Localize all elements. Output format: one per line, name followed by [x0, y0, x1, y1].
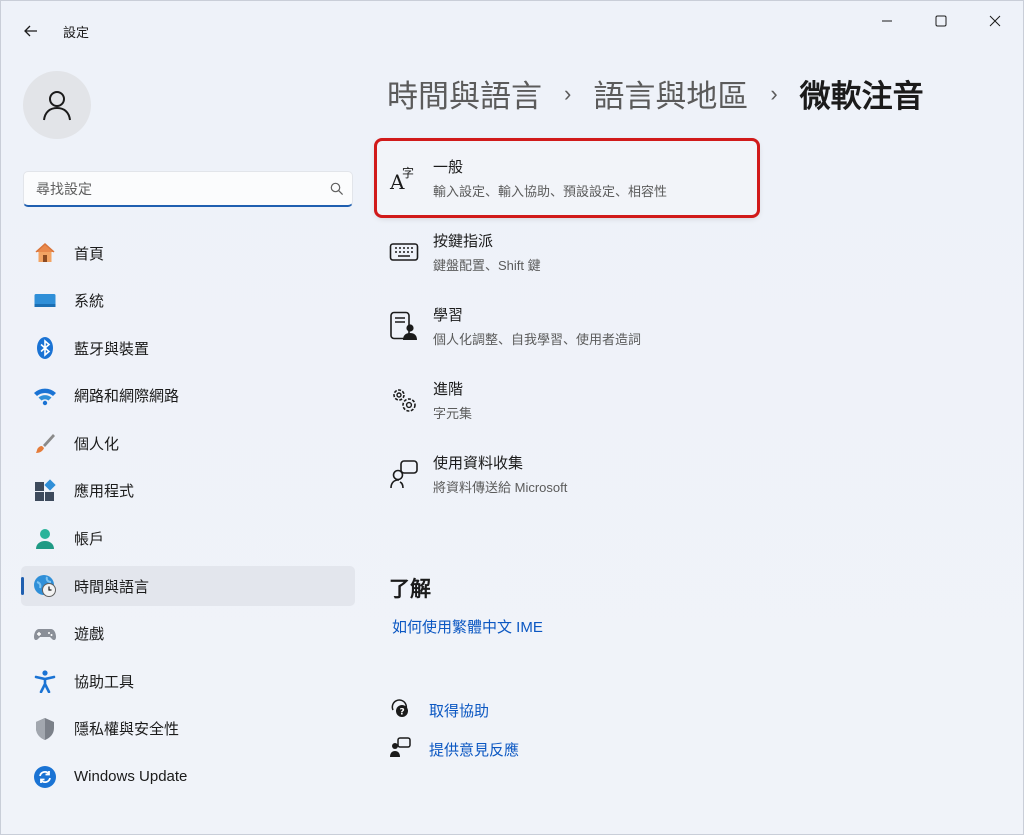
data-collection-icon	[389, 459, 419, 489]
svg-text:?: ?	[400, 708, 405, 718]
sidebar-item-label: 首頁	[74, 245, 105, 263]
maximize-button[interactable]	[913, 1, 969, 41]
sidebar-item-label: 藍牙與裝置	[74, 340, 150, 358]
sidebar-item-gaming[interactable]: 遊戲	[21, 614, 355, 654]
setting-title: 使用資料收集	[433, 455, 524, 472]
breadcrumb-separator: ›	[564, 80, 572, 106]
font-char-icon: A字	[389, 163, 419, 193]
get-help-label: 取得協助	[429, 703, 490, 720]
setting-title: 進階	[433, 381, 464, 398]
setting-text: 學習 個人化調整、自我學習、使用者造詞	[433, 304, 641, 348]
sidebar-item-label: 系統	[74, 293, 105, 311]
bluetooth-icon	[33, 336, 57, 360]
user-avatar[interactable]	[23, 71, 91, 139]
sidebar-item-apps[interactable]: 應用程式	[21, 471, 355, 511]
sidebar-item-label: 個人化	[74, 435, 120, 453]
home-icon	[33, 241, 57, 265]
user-icon	[43, 91, 71, 121]
gears-icon	[389, 385, 419, 415]
sidebar-item-label: 協助工具	[74, 673, 135, 691]
sidebar-item-label: 帳戶	[74, 531, 105, 549]
minimize-button[interactable]	[859, 1, 915, 41]
setting-learning[interactable]: 學習 個人化調整、自我學習、使用者造詞	[377, 289, 1009, 363]
sidebar-item-privacy[interactable]: 隱私權與安全性	[21, 709, 355, 749]
sidebar-item-accessibility[interactable]: 協助工具	[21, 661, 355, 701]
sidebar-item-windows-update[interactable]: Windows Update	[21, 757, 355, 797]
setting-text: 一般 輸入設定、輸入協助、預設設定、相容性	[433, 156, 667, 200]
globe-clock-icon	[33, 574, 57, 598]
sidebar-item-system[interactable]: 系統	[21, 281, 355, 321]
settings-list: A字 一般 輸入設定、輸入協助、預設設定、相容性 按鍵指派 鍵盤配置、Shift…	[374, 138, 1009, 511]
back-arrow-icon	[24, 25, 37, 37]
sidebar-item-label: 應用程式	[74, 483, 135, 501]
sidebar-item-personalization[interactable]: 個人化	[21, 423, 355, 463]
feedback-link[interactable]: 提供意見反應	[389, 736, 519, 763]
setting-title: 按鍵指派	[433, 233, 494, 250]
setting-subtitle: 個人化調整、自我學習、使用者造詞	[433, 332, 642, 347]
breadcrumb-language-region[interactable]: 語言與地區	[593, 71, 748, 116]
sidebar-item-label: Windows Update	[74, 768, 188, 786]
learning-icon	[389, 311, 419, 341]
paintbrush-icon	[33, 431, 57, 455]
setting-text: 使用資料收集 將資料傳送給 Microsoft	[433, 452, 567, 496]
setting-advanced[interactable]: 進階 字元集	[377, 363, 1009, 437]
learn-section-title: 了解	[389, 578, 431, 601]
settings-window: 設定 首頁	[0, 0, 1024, 835]
sidebar-item-accounts[interactable]: 帳戶	[21, 519, 355, 559]
sidebar-item-bluetooth[interactable]: 藍牙與裝置	[21, 328, 355, 368]
setting-subtitle: 將資料傳送給 Microsoft	[433, 480, 568, 495]
maximize-icon	[935, 15, 947, 27]
sidebar-nav: 首頁 系統 藍牙與裝置 網路和網際網路 個人化 應用程式 帳戶 時間與語言 遊戲…	[21, 233, 355, 804]
app-title: 設定	[63, 25, 90, 40]
accessibility-icon	[33, 669, 57, 694]
close-icon	[989, 15, 1001, 27]
page-title: 微軟注音	[799, 79, 924, 114]
apps-icon	[33, 479, 57, 503]
gamepad-icon	[33, 622, 57, 646]
setting-subtitle: 鍵盤配置、Shift 鍵	[433, 258, 541, 273]
breadcrumb-time-language[interactable]: 時間與語言	[387, 71, 542, 116]
account-icon	[33, 527, 57, 551]
sidebar-item-time-language[interactable]: 時間與語言	[21, 566, 355, 607]
learn-ime-link[interactable]: 如何使用繁體中文 IME	[392, 616, 543, 637]
sidebar-item-label: 隱私權與安全性	[74, 721, 180, 739]
svg-text:字: 字	[402, 165, 414, 180]
back-button[interactable]	[15, 15, 47, 47]
wifi-icon	[33, 384, 57, 408]
shield-icon	[33, 717, 57, 741]
setting-title: 學習	[433, 307, 464, 324]
sidebar-item-home[interactable]: 首頁	[21, 233, 355, 273]
setting-text: 進階 字元集	[433, 378, 472, 422]
feedback-label: 提供意見反應	[429, 742, 520, 759]
title-bar: 設定	[1, 1, 1023, 59]
minimize-icon	[882, 20, 892, 22]
setting-subtitle: 輸入設定、輸入協助、預設設定、相容性	[433, 184, 668, 199]
sidebar-item-label: 遊戲	[74, 626, 105, 644]
get-help-link[interactable]: ? 取得協助	[389, 697, 489, 724]
feedback-icon	[389, 736, 411, 763]
setting-title: 一般	[433, 159, 464, 176]
breadcrumb-separator: ›	[770, 80, 778, 106]
breadcrumb: 時間與語言 › 語言與地區 › 微軟注音	[387, 71, 924, 116]
close-button[interactable]	[967, 1, 1023, 41]
sidebar-item-label: 時間與語言	[74, 578, 150, 596]
monitor-icon	[33, 289, 57, 313]
setting-data-collection[interactable]: 使用資料收集 將資料傳送給 Microsoft	[377, 437, 1009, 511]
sidebar-item-network[interactable]: 網路和網際網路	[21, 376, 355, 416]
setting-text: 按鍵指派 鍵盤配置、Shift 鍵	[433, 230, 541, 274]
help-icon: ?	[389, 697, 411, 724]
sidebar-item-label: 網路和網際網路	[74, 388, 180, 406]
search-box[interactable]	[23, 171, 353, 207]
setting-subtitle: 字元集	[433, 406, 473, 421]
search-icon[interactable]	[322, 182, 352, 196]
update-icon	[33, 765, 57, 789]
search-input[interactable]	[34, 179, 322, 198]
setting-general[interactable]: A字 一般 輸入設定、輸入協助、預設設定、相容性	[374, 138, 760, 218]
setting-key-assignment[interactable]: 按鍵指派 鍵盤配置、Shift 鍵	[377, 215, 1009, 289]
keyboard-icon	[389, 237, 419, 267]
